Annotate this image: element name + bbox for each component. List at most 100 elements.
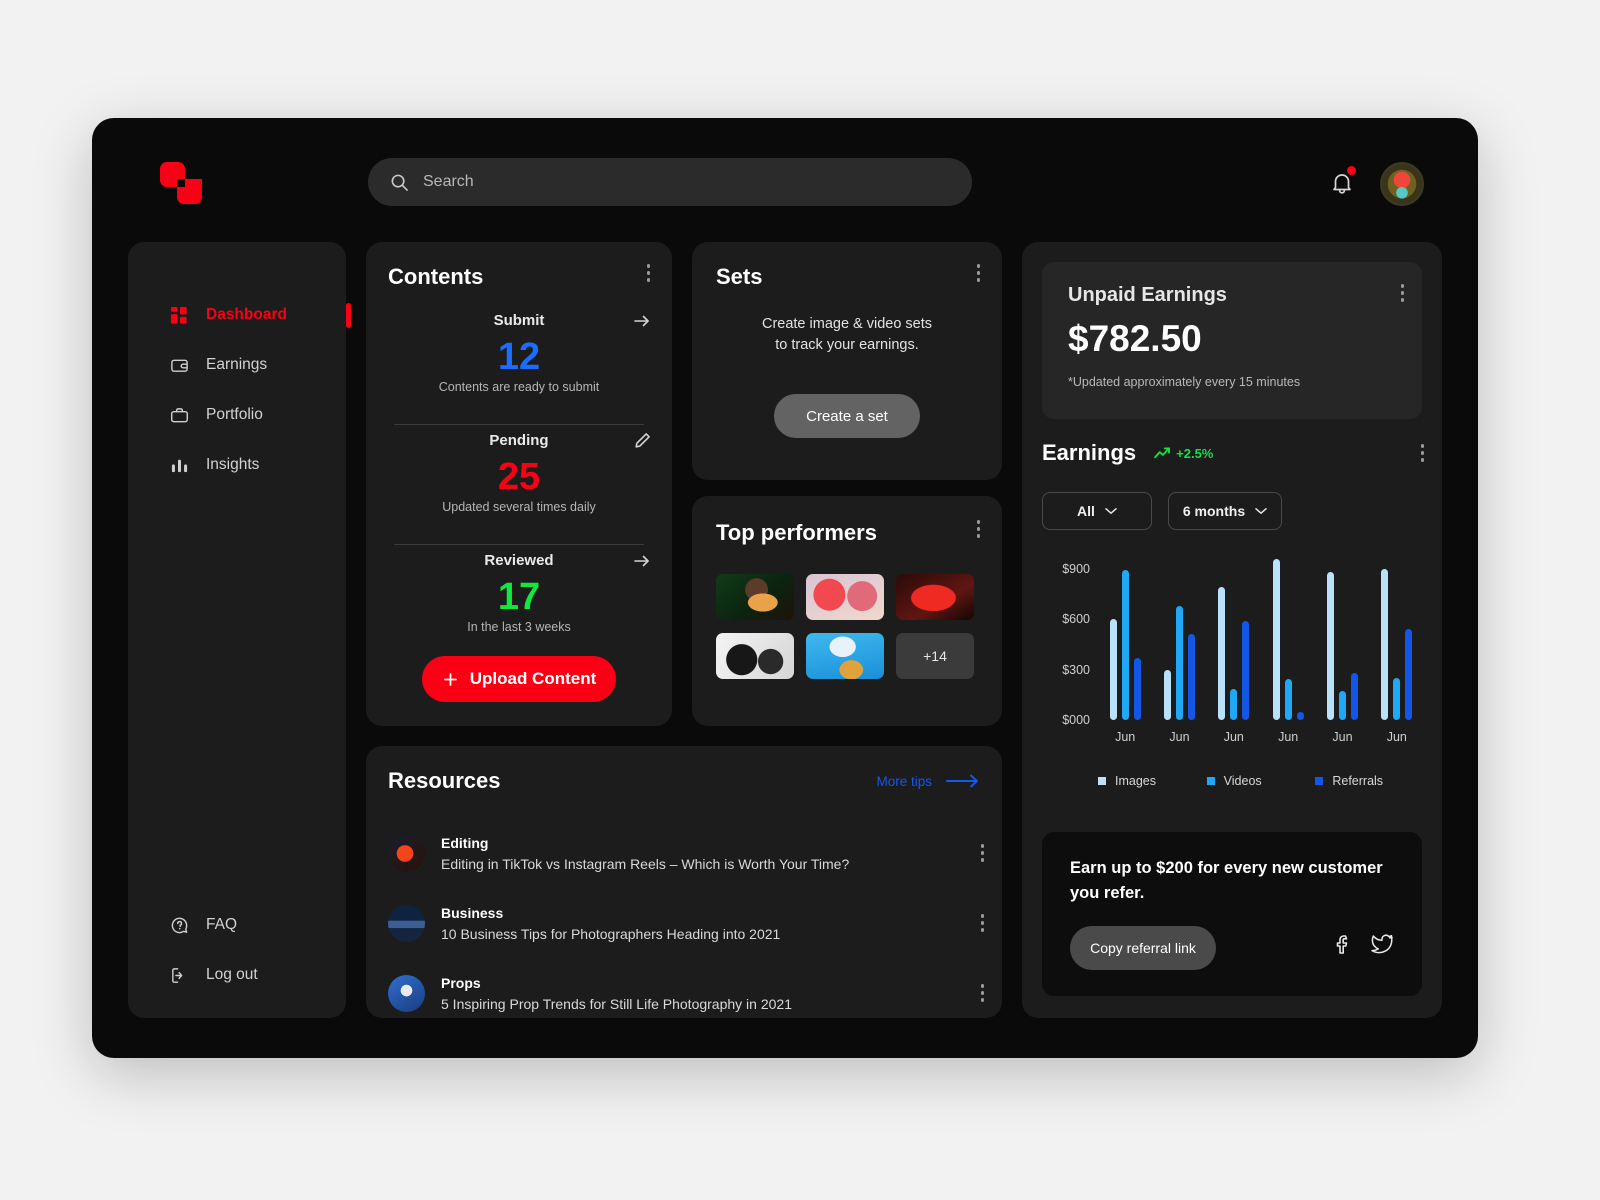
resource-menu-icon[interactable] bbox=[980, 844, 984, 862]
legend-swatch bbox=[1206, 777, 1215, 785]
performer-thumbnail[interactable] bbox=[716, 574, 794, 620]
search-input[interactable] bbox=[423, 173, 950, 191]
shutterstock-logo[interactable] bbox=[160, 162, 202, 204]
resources-list: Editing Editing in TikTok vs Instagram R… bbox=[388, 818, 984, 1028]
arrow-right-icon[interactable] bbox=[632, 311, 652, 331]
resource-item[interactable]: Props 5 Inspiring Prop Trends for Still … bbox=[388, 958, 984, 1028]
chart-legend-item[interactable]: Referrals bbox=[1315, 774, 1424, 788]
search-bar[interactable] bbox=[368, 158, 972, 206]
filter-type-value: All bbox=[1077, 503, 1095, 519]
legend-label: Videos bbox=[1223, 774, 1262, 788]
question-circle-icon bbox=[170, 916, 189, 935]
earnings-trend-value: +2.5% bbox=[1176, 445, 1214, 461]
chart-bar[interactable] bbox=[1187, 634, 1195, 720]
unpaid-earnings-menu-icon[interactable] bbox=[1400, 284, 1404, 302]
chart-bar[interactable] bbox=[1338, 690, 1346, 720]
chevron-down-icon bbox=[1255, 507, 1267, 514]
avatar[interactable] bbox=[1380, 162, 1424, 206]
arrow-right-icon[interactable] bbox=[632, 551, 652, 571]
sidebar-item-faq[interactable]: FAQ bbox=[128, 900, 346, 950]
performer-thumbnail[interactable] bbox=[896, 574, 974, 620]
chart-bar[interactable] bbox=[1272, 558, 1280, 720]
performer-thumbnail[interactable] bbox=[806, 633, 884, 679]
copy-referral-link-button[interactable]: Copy referral link bbox=[1070, 926, 1216, 970]
chart-x-tick: Jun bbox=[1386, 730, 1407, 744]
top-performers-menu-icon[interactable] bbox=[976, 520, 980, 538]
chart-y-tick: $600 bbox=[1062, 612, 1090, 627]
sidebar-item-label: Log out bbox=[206, 966, 258, 983]
briefcase-icon bbox=[170, 406, 189, 425]
chart-bar[interactable] bbox=[1284, 678, 1292, 720]
chart-bar[interactable] bbox=[1393, 678, 1401, 720]
performers-thumbnail-grid: +14 bbox=[716, 574, 974, 679]
performers-more-button[interactable]: +14 bbox=[896, 633, 974, 679]
plus-icon bbox=[443, 672, 457, 686]
stat-sub: In the last 3 weeks bbox=[467, 620, 571, 635]
chart-legend-item[interactable]: Images bbox=[1098, 774, 1207, 788]
earnings-menu-icon[interactable] bbox=[1420, 444, 1424, 462]
chart-legend-item[interactable]: Videos bbox=[1206, 774, 1316, 788]
chart-bar[interactable] bbox=[1121, 570, 1129, 720]
resource-menu-icon[interactable] bbox=[980, 914, 984, 932]
chart-bar[interactable] bbox=[1163, 669, 1171, 720]
filter-period-select[interactable]: 6 months bbox=[1168, 492, 1282, 530]
sidebar-item-earnings[interactable]: Earnings bbox=[128, 340, 346, 390]
sidebar-bottom-nav: FAQ Log out bbox=[128, 900, 346, 1000]
filter-type-select[interactable]: All bbox=[1042, 492, 1152, 530]
performer-thumbnail[interactable] bbox=[806, 574, 884, 620]
resource-description: 5 Inspiring Prop Trends for Still Life P… bbox=[441, 995, 792, 1012]
chart-bar[interactable] bbox=[1405, 629, 1413, 720]
chart-bar[interactable] bbox=[1218, 587, 1226, 720]
stat-label: Reviewed bbox=[484, 552, 554, 569]
facebook-icon[interactable] bbox=[1330, 932, 1354, 956]
resources-title: Resources bbox=[388, 768, 501, 793]
chevron-down-icon bbox=[1105, 507, 1117, 514]
stat-pending: Pending 25 Updated several times daily bbox=[394, 432, 650, 514]
stat-sub: Contents are ready to submit bbox=[438, 380, 600, 395]
pencil-icon[interactable] bbox=[632, 431, 652, 451]
chart-bar[interactable] bbox=[1326, 572, 1334, 720]
sidebar-item-insights[interactable]: Insights bbox=[128, 440, 346, 490]
resource-menu-icon[interactable] bbox=[980, 984, 984, 1002]
resource-category: Business bbox=[441, 904, 504, 921]
chart-bar[interactable] bbox=[1296, 711, 1304, 720]
sets-menu-icon[interactable] bbox=[976, 264, 980, 282]
more-tips-link[interactable]: More tips bbox=[876, 773, 980, 789]
filter-period-value: 6 months bbox=[1182, 503, 1246, 519]
wallet-icon bbox=[170, 356, 189, 375]
chart-bar[interactable] bbox=[1230, 688, 1238, 720]
notifications-bell-button[interactable] bbox=[1326, 166, 1358, 198]
sidebar-item-dashboard[interactable]: Dashboard bbox=[128, 290, 351, 340]
chart-bar[interactable] bbox=[1109, 619, 1117, 720]
create-set-button[interactable]: Create a set bbox=[774, 394, 920, 438]
more-tips-label: More tips bbox=[876, 773, 932, 789]
chart-bar[interactable] bbox=[1133, 657, 1141, 720]
resource-thumbnail bbox=[388, 904, 425, 942]
sidebar-item-logout[interactable]: Log out bbox=[128, 950, 346, 1000]
upload-content-button[interactable]: Upload Content bbox=[422, 656, 616, 702]
contents-menu-icon[interactable] bbox=[646, 264, 650, 282]
logout-icon bbox=[170, 966, 189, 985]
resource-description: 10 Business Tips for Photographers Headi… bbox=[441, 925, 781, 942]
twitter-icon[interactable] bbox=[1370, 932, 1394, 956]
performer-thumbnail[interactable] bbox=[716, 633, 794, 679]
active-indicator bbox=[346, 303, 351, 328]
stat-value: 12 bbox=[497, 336, 541, 378]
resource-item[interactable]: Business 10 Business Tips for Photograph… bbox=[388, 888, 984, 958]
upload-content-label: Upload Content bbox=[469, 669, 597, 688]
top-performers-title: Top performers bbox=[716, 520, 877, 545]
chart-bar[interactable] bbox=[1350, 672, 1358, 720]
sidebar-nav: Dashboard Earnings Portfolio Insights bbox=[128, 290, 351, 490]
referral-socials bbox=[1330, 932, 1394, 956]
earnings-title: Earnings bbox=[1042, 440, 1137, 465]
chart-x-axis: Jun Jun Jun Jun Jun Jun bbox=[1098, 730, 1424, 744]
resource-item[interactable]: Editing Editing in TikTok vs Instagram R… bbox=[388, 818, 984, 888]
chart-bar[interactable] bbox=[1175, 605, 1183, 720]
earnings-panel: Unpaid Earnings $782.50 *Updated approxi… bbox=[1022, 242, 1442, 1018]
chart-bar[interactable] bbox=[1242, 620, 1250, 720]
chart-bar[interactable] bbox=[1381, 568, 1389, 720]
sidebar-item-portfolio[interactable]: Portfolio bbox=[128, 390, 346, 440]
unpaid-earnings-amount: $782.50 bbox=[1068, 318, 1202, 359]
sidebar-item-label: Portfolio bbox=[206, 406, 263, 423]
referral-headline: Earn up to $200 for every new customer y… bbox=[1070, 859, 1383, 902]
